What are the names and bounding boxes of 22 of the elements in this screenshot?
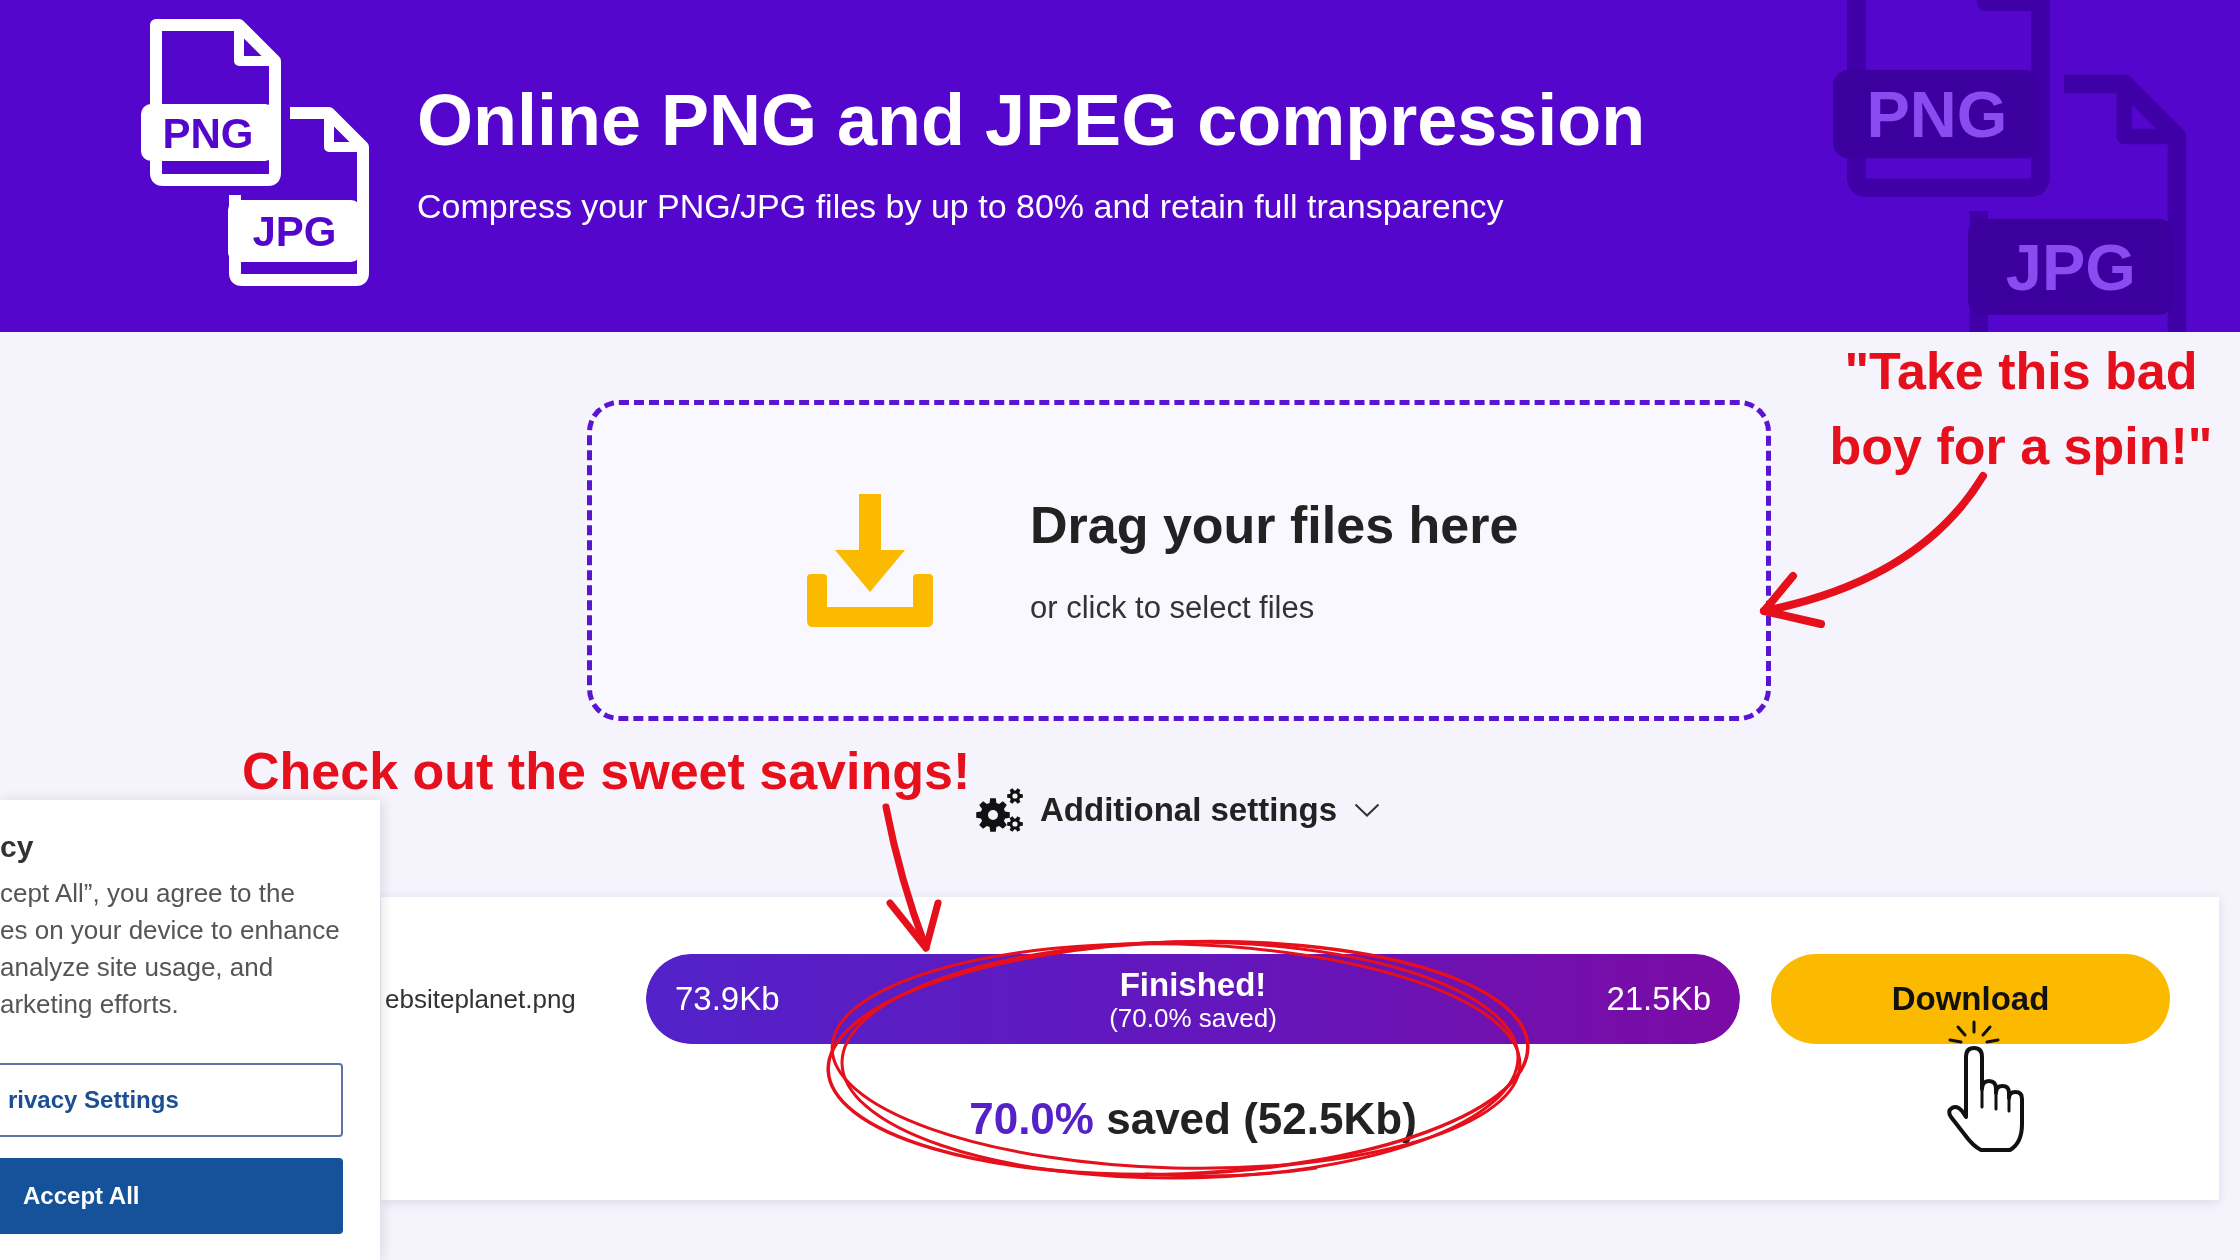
compressed-size: 21.5Kb [1606, 980, 1711, 1018]
accept-button[interactable]: Accept All [0, 1158, 343, 1234]
cookie-text: cept All”, you agree to the es on your device to enhance analyze site usage, and arketing efforts. [0, 877, 340, 1021]
annotation-text: Check out the sweet savings! [242, 744, 971, 798]
gears-icon [976, 788, 1023, 832]
download-icon [807, 494, 933, 627]
settings-toggle[interactable]: Additional settings [976, 785, 1380, 835]
settings-button[interactable]: rivacy Settings [0, 1063, 343, 1137]
file-name: ebsiteplanet.png [385, 983, 576, 1015]
savings-summary: 70.0% saved (52.5Kb) [969, 1093, 1417, 1145]
cookie-heading: cy [0, 830, 34, 864]
background-logo: PNG JPG [1830, 0, 2194, 332]
status-detail: (70.0% saved) [1109, 1003, 1277, 1033]
status-text: Finished! [1119, 965, 1267, 1004]
file-logo: PNG JPG [139, 15, 374, 290]
drop-title: Drag your files here [1030, 495, 1519, 556]
page-subtitle: Compress your PNG/JPG files by up to 80% and retain full transparency [417, 189, 1504, 223]
download-button[interactable]: Download [1771, 954, 2170, 1044]
original-size: 73.9Kb [675, 980, 780, 1018]
drop-zone[interactable]: Drag your files here or click to select files [587, 400, 1771, 721]
drop-hint: or click to select files [1030, 589, 1315, 626]
annotation-text: "Take this bad boy for a spin!" [1828, 341, 2214, 477]
